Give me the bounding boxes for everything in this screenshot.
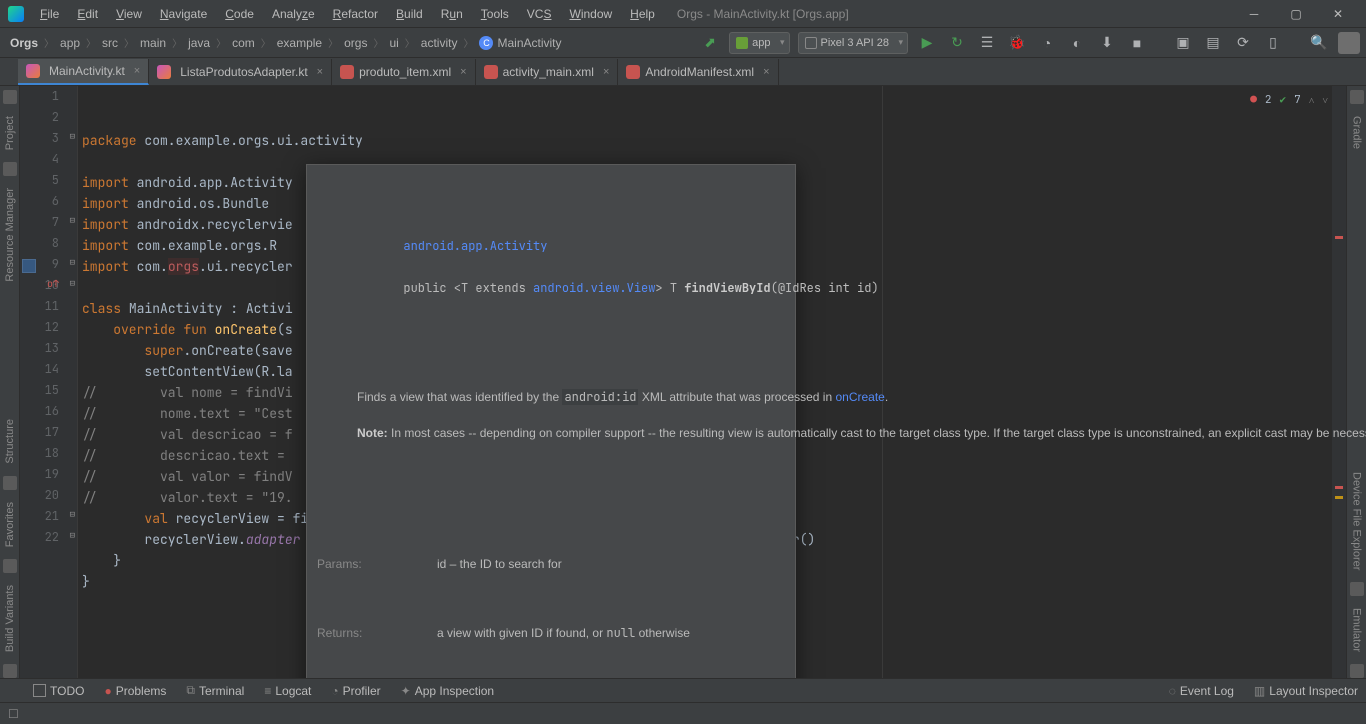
- tw-todo[interactable]: TODO: [25, 682, 92, 700]
- sync-button[interactable]: ⟳: [1232, 32, 1254, 54]
- breadcrumb[interactable]: example: [273, 34, 326, 52]
- menu-analyze[interactable]: Analyze: [264, 4, 323, 24]
- app-logo: [8, 6, 24, 22]
- menu-view[interactable]: View: [108, 4, 150, 24]
- tw-profiler[interactable]: ◔Profiler: [323, 682, 388, 700]
- sidebar-project[interactable]: Project: [4, 108, 16, 158]
- error-stripe[interactable]: [1332, 86, 1346, 678]
- tab-mainactivity[interactable]: MainActivity.kt×: [18, 59, 149, 85]
- breadcrumb[interactable]: CMainActivity: [475, 34, 565, 52]
- code-area[interactable]: package com.example.orgs.ui.activity imp…: [78, 86, 1346, 678]
- breadcrumb[interactable]: orgs: [340, 34, 371, 52]
- devfile-icon[interactable]: [1350, 582, 1364, 596]
- tab-manifest[interactable]: AndroidManifest.xml×: [618, 59, 778, 85]
- tab-produto-item[interactable]: produto_item.xml×: [332, 59, 475, 85]
- menu-refactor[interactable]: Refactor: [325, 4, 386, 24]
- toolbar: Orgs〉 app〉 src〉 main〉 java〉 com〉 example…: [0, 28, 1366, 58]
- favorites-icon[interactable]: [3, 559, 17, 573]
- menu-window[interactable]: Window: [561, 4, 620, 24]
- sidebar-emulator[interactable]: Emulator: [1351, 600, 1363, 660]
- sidebar-resource-manager[interactable]: Resource Manager: [4, 180, 16, 290]
- menu-vcs[interactable]: VCS: [519, 4, 560, 24]
- coverage-button[interactable]: ◔: [1036, 32, 1058, 54]
- resource-icon[interactable]: [3, 162, 17, 176]
- menu-run[interactable]: Run: [433, 4, 471, 24]
- search-icon[interactable]: 🔍: [1308, 32, 1330, 54]
- breadcrumb[interactable]: com: [228, 34, 259, 52]
- menu-build[interactable]: Build: [388, 4, 431, 24]
- structure-icon[interactable]: [3, 476, 17, 490]
- menu-code[interactable]: Code: [217, 4, 262, 24]
- build-icon[interactable]: ⬈: [699, 32, 721, 54]
- run-config-combo[interactable]: app: [729, 32, 789, 54]
- breadcrumb[interactable]: src: [98, 34, 122, 52]
- menu-tools[interactable]: Tools: [473, 4, 517, 24]
- tab-activity-main[interactable]: activity_main.xml×: [476, 59, 619, 85]
- breadcrumb[interactable]: activity: [417, 34, 462, 52]
- editor-tabs: MainActivity.kt× ListaProdutosAdapter.kt…: [0, 58, 1366, 86]
- avd-button[interactable]: ▣: [1172, 32, 1194, 54]
- window-title: Orgs - MainActivity.kt [Orgs.app]: [677, 7, 849, 21]
- sidebar-structure[interactable]: Structure: [4, 411, 16, 472]
- override-icon[interactable]: o↑: [47, 277, 59, 290]
- tw-problems[interactable]: ●Problems: [96, 682, 174, 700]
- stop-button[interactable]: ■: [1126, 32, 1148, 54]
- bug-icon[interactable]: 🐞: [1006, 32, 1028, 54]
- menu-file[interactable]: File: [32, 4, 67, 24]
- doc-class-link[interactable]: android.app.Activity: [403, 238, 547, 254]
- close-icon[interactable]: ×: [460, 66, 466, 78]
- tw-app-inspection[interactable]: ✦App Inspection: [393, 682, 502, 700]
- inspection-status[interactable]: ●2 ✔7 ˄˅: [1250, 90, 1328, 111]
- close-icon[interactable]: ×: [603, 66, 609, 78]
- editor[interactable]: 12 3⊟ 456 7⊟ 8 9⊟ 10o↑⊟ 11121314 1516171…: [20, 86, 1346, 678]
- emulator-icon[interactable]: [1350, 664, 1364, 678]
- menu-edit[interactable]: Edit: [69, 4, 106, 24]
- breadcrumb[interactable]: Orgs: [6, 34, 42, 52]
- apply-changes-button[interactable]: ↻: [946, 32, 968, 54]
- close-icon[interactable]: ×: [317, 66, 323, 78]
- tw-layout-inspector[interactable]: ▥Layout Inspector: [1246, 682, 1366, 700]
- breadcrumb[interactable]: ui: [385, 34, 402, 52]
- maximize-button[interactable]: ▢: [1276, 0, 1316, 28]
- left-toolwindow-bar: Project Resource Manager Structure Favor…: [0, 86, 20, 678]
- gutter: 12 3⊟ 456 7⊟ 8 9⊟ 10o↑⊟ 11121314 1516171…: [20, 86, 78, 678]
- sidebar-favorites[interactable]: Favorites: [4, 494, 16, 555]
- tw-logcat[interactable]: ≡Logcat: [256, 682, 319, 700]
- run-gutter-icon[interactable]: [22, 259, 36, 273]
- minimize-button[interactable]: ─: [1234, 0, 1274, 28]
- gradle-icon[interactable]: [1350, 90, 1364, 104]
- menu-help[interactable]: Help: [622, 4, 663, 24]
- device-combo[interactable]: Pixel 3 API 28: [798, 32, 909, 54]
- menu-navigate[interactable]: Navigate: [152, 4, 215, 24]
- close-icon[interactable]: ×: [134, 65, 140, 77]
- tab-listaprodutos[interactable]: ListaProdutosAdapter.kt×: [149, 59, 332, 85]
- tw-terminal[interactable]: ⧉Terminal: [178, 681, 252, 700]
- menu-bar: File Edit View Navigate Code Analyze Ref…: [0, 0, 1366, 28]
- bottom-toolwindow-bar: TODO ●Problems ⧉Terminal ≡Logcat ◔Profil…: [0, 678, 1366, 702]
- close-icon[interactable]: ×: [763, 66, 769, 78]
- quick-doc-popup: android.app.Activity public <T extends a…: [306, 164, 796, 678]
- buildvar-icon[interactable]: [3, 664, 17, 678]
- breadcrumb[interactable]: app: [56, 34, 84, 52]
- profile-button[interactable]: ◐: [1066, 32, 1088, 54]
- project-icon[interactable]: [3, 90, 17, 104]
- breadcrumb[interactable]: main: [136, 34, 170, 52]
- device-button[interactable]: ▯: [1262, 32, 1284, 54]
- sdk-button[interactable]: ▤: [1202, 32, 1224, 54]
- tw-event-log[interactable]: ◌Event Log: [1161, 682, 1242, 700]
- run-button[interactable]: ▶: [916, 32, 938, 54]
- attach-button[interactable]: ⬇: [1096, 32, 1118, 54]
- sidebar-build-variants[interactable]: Build Variants: [4, 577, 16, 660]
- avatar[interactable]: [1338, 32, 1360, 54]
- close-button[interactable]: ✕: [1318, 0, 1358, 28]
- status-bar: ☐: [0, 702, 1366, 724]
- debug-button[interactable]: ☰: [976, 32, 998, 54]
- sidebar-device-file-explorer[interactable]: Device File Explorer: [1351, 464, 1363, 578]
- breadcrumb[interactable]: java: [184, 34, 214, 52]
